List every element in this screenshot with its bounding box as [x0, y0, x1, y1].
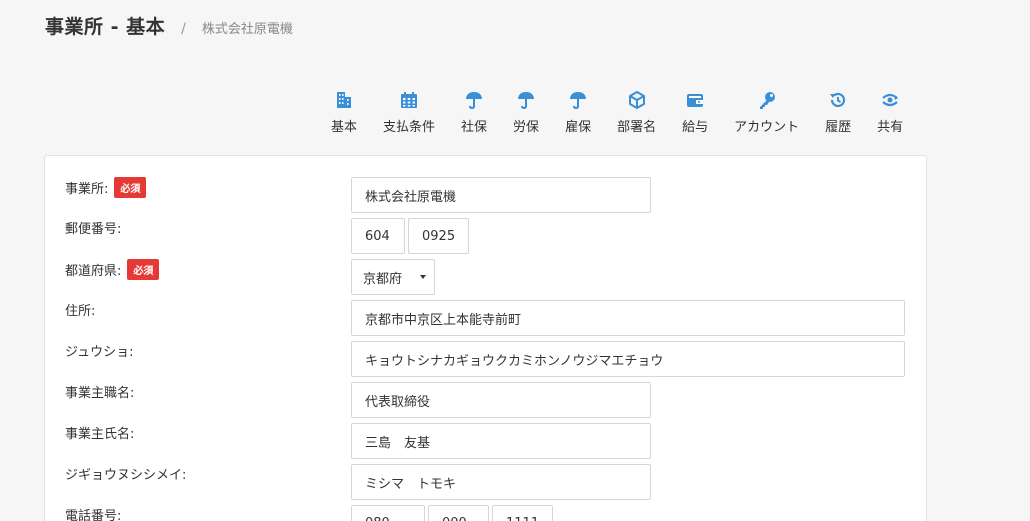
postal-code-part2-input[interactable]: 0925 [408, 218, 469, 254]
tab-share[interactable]: 共有 [864, 90, 916, 135]
owner-title-input[interactable]: 代表取締役 [351, 382, 651, 418]
calendar-icon [401, 92, 418, 108]
owner-name-label: 事業主氏名: [65, 423, 134, 442]
office-label-text: 事業所: [65, 182, 109, 197]
breadcrumb-company[interactable]: 株式会社原電機 [202, 18, 293, 37]
tab-label: アカウント [734, 120, 800, 135]
prefecture-label-text: 都道府県: [65, 264, 122, 279]
tab-label: 労保 [513, 120, 540, 135]
postal-label: 郵便番号: [65, 218, 121, 237]
breadcrumb-separator: / [181, 21, 186, 37]
dropdown-arrow-icon [420, 275, 426, 279]
address-label-text: 住所: [65, 304, 96, 319]
history-icon [830, 92, 846, 108]
tab-label: 基本 [331, 120, 358, 135]
tab-label: 給与 [682, 120, 709, 135]
postal-code-part1-input[interactable]: 604 [351, 218, 405, 254]
cube-icon [628, 91, 645, 109]
address-kana-label: ジュウショ: [65, 341, 133, 360]
tab-departments[interactable]: 部署名 [604, 90, 669, 135]
address-input[interactable]: 京都市中京区上本能寺前町 [351, 300, 905, 336]
prefecture-selected-value: 京都府 [363, 271, 403, 287]
tab-label: 共有 [877, 120, 904, 135]
required-badge: 必須 [114, 177, 147, 198]
tab-label: 社保 [461, 120, 488, 135]
wallet-icon [687, 94, 704, 107]
tab-payment-terms[interactable]: 支払条件 [370, 90, 448, 135]
required-badge: 必須 [127, 259, 160, 280]
address-label: 住所: [65, 300, 95, 319]
tab-basic[interactable]: 基本 [318, 90, 370, 135]
phone-label: 電話番号: [65, 505, 121, 521]
postal-label-text: 郵便番号: [65, 222, 122, 237]
tab-employment-insurance[interactable]: 雇保 [552, 90, 604, 135]
office-label: 事業所: 必須 [65, 177, 147, 198]
owner-title-label: 事業主職名: [65, 382, 134, 401]
umbrella-icon [518, 92, 535, 110]
tab-salary[interactable]: 給与 [669, 90, 721, 135]
owner-name-label-text: 事業主氏名: [65, 427, 135, 442]
address-kana-label-text: ジュウショ: [65, 345, 134, 360]
basic-info-form: 事業所: 必須 株式会社原電機 郵便番号: 604 0925 都道府県: 必須 … [44, 155, 927, 521]
tab-label: 支払条件 [383, 120, 436, 135]
phone-part2-input[interactable]: 000 [428, 505, 489, 521]
tab-label: 雇保 [565, 120, 592, 135]
tab-bar: 基本 支払条件 社保 労保 雇保 部署名 給与 アカウント 履歴 共有 [318, 90, 916, 135]
office-name-input[interactable]: 株式会社原電機 [351, 177, 651, 213]
owner-name-input[interactable]: 三島 友基 [351, 423, 651, 459]
prefecture-select[interactable]: 京都府 [351, 259, 435, 295]
building-icon [337, 92, 351, 108]
phone-part3-input[interactable]: 1111 [492, 505, 553, 521]
owner-kana-label-text: ジギョウヌシシメイ: [65, 468, 187, 483]
share-icon [882, 93, 899, 107]
tab-social-insurance[interactable]: 社保 [448, 90, 500, 135]
address-kana-input[interactable]: キョウトシナカギョウクカミホンノウジマエチョウ [351, 341, 905, 377]
tab-account[interactable]: アカウント [721, 90, 812, 135]
page-title: 事業所 - 基本 [45, 16, 166, 38]
owner-title-label-text: 事業主職名: [65, 386, 135, 401]
owner-kana-input[interactable]: ミシマ トモキ [351, 464, 651, 500]
tab-labor-insurance[interactable]: 労保 [500, 90, 552, 135]
owner-kana-label: ジギョウヌシシメイ: [65, 464, 186, 483]
tab-label: 部署名 [617, 120, 657, 135]
page-header: 事業所 - 基本 / 株式会社原電機 [45, 12, 293, 39]
prefecture-label: 都道府県: 必須 [65, 259, 160, 280]
umbrella-icon [466, 92, 483, 110]
phone-part1-input[interactable]: 080 [351, 505, 425, 521]
umbrella-icon [570, 92, 587, 110]
tab-label: 履歴 [825, 120, 852, 135]
tab-history[interactable]: 履歴 [812, 90, 864, 135]
phone-label-text: 電話番号: [65, 509, 122, 521]
key-icon [759, 92, 775, 109]
